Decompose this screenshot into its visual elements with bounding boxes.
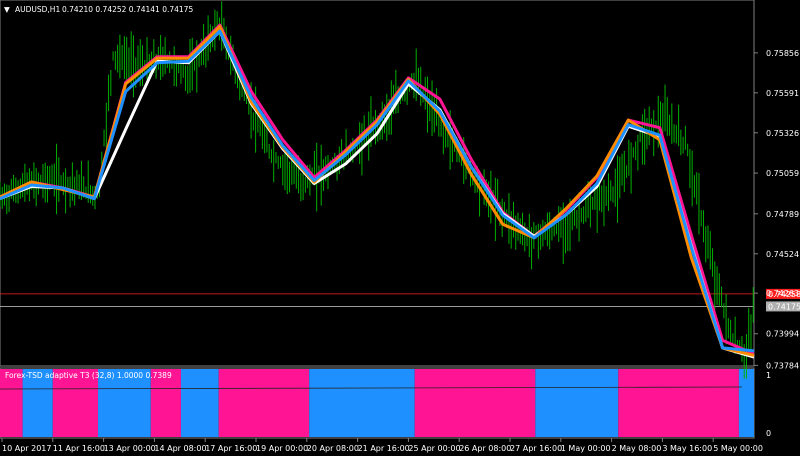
x-tick-label: 20 Apr 08:00 <box>307 444 359 453</box>
x-tick-label: 14 Apr 08:00 <box>154 444 206 453</box>
x-tick-label: 1 May 00:00 <box>561 444 611 453</box>
y-tick-label: 0.75856 <box>766 49 799 58</box>
x-tick-label: 13 Apr 00:00 <box>104 444 156 453</box>
level-tag-label: 0.74175 <box>768 302 800 311</box>
y-tick-label: 0.73784 <box>766 361 799 370</box>
x-tick-label: 5 May 00:00 <box>713 444 763 453</box>
ohlc-readout: 0.74210 0.74252 0.74141 0.74175 <box>62 5 193 14</box>
y-tick-label: 0.74263 <box>766 289 799 298</box>
indicator-y-tick: 1 <box>766 371 771 380</box>
y-tick-label: 0.74789 <box>766 210 799 219</box>
chart-canvas: 0.742580.741750.758560.755910.753260.750… <box>0 0 800 453</box>
x-tick-label: 19 Apr 00:00 <box>256 444 308 453</box>
x-tick-label: 27 Apr 16:00 <box>510 444 562 453</box>
x-tick-label: 26 Apr 08:00 <box>459 444 511 453</box>
x-tick-label: 10 Apr 2017 <box>2 444 51 453</box>
y-tick-label: 0.75591 <box>766 89 799 98</box>
y-tick-label: 0.74524 <box>766 250 799 259</box>
x-tick-label: 21 Apr 16:00 <box>358 444 410 453</box>
indicator-block <box>618 369 739 437</box>
dropdown-arrow-icon[interactable]: ▼ <box>4 5 10 14</box>
indicator-label: Forex-TSD adaptive T3 (32,8) 1.0000 0.73… <box>5 371 172 380</box>
y-tick-label: 0.73994 <box>766 330 799 339</box>
chart-window: 0.74258 0.74175 0.75856 0.75591 0.75326 0.750… <box>0 0 800 456</box>
y-tick-label: 0.75059 <box>766 169 799 178</box>
indicator-block <box>414 369 536 437</box>
x-tick-label: 17 Apr 16:00 <box>205 444 257 453</box>
window-title: AUDUSD,H1 <box>15 5 60 14</box>
x-tick-label: 11 Apr 16:00 <box>53 444 105 453</box>
x-tick-label: 25 Apr 00:00 <box>408 444 460 453</box>
indicator-block <box>309 369 415 437</box>
x-tick-label: 2 May 08:00 <box>612 444 662 453</box>
x-tick-label: 3 May 16:00 <box>662 444 712 453</box>
indicator-block <box>535 369 619 437</box>
indicator-block <box>218 369 310 437</box>
indicator-block <box>738 369 754 437</box>
y-tick-label: 0.75326 <box>766 129 799 138</box>
indicator-y-tick: 0 <box>766 429 771 438</box>
indicator-block <box>180 369 219 437</box>
